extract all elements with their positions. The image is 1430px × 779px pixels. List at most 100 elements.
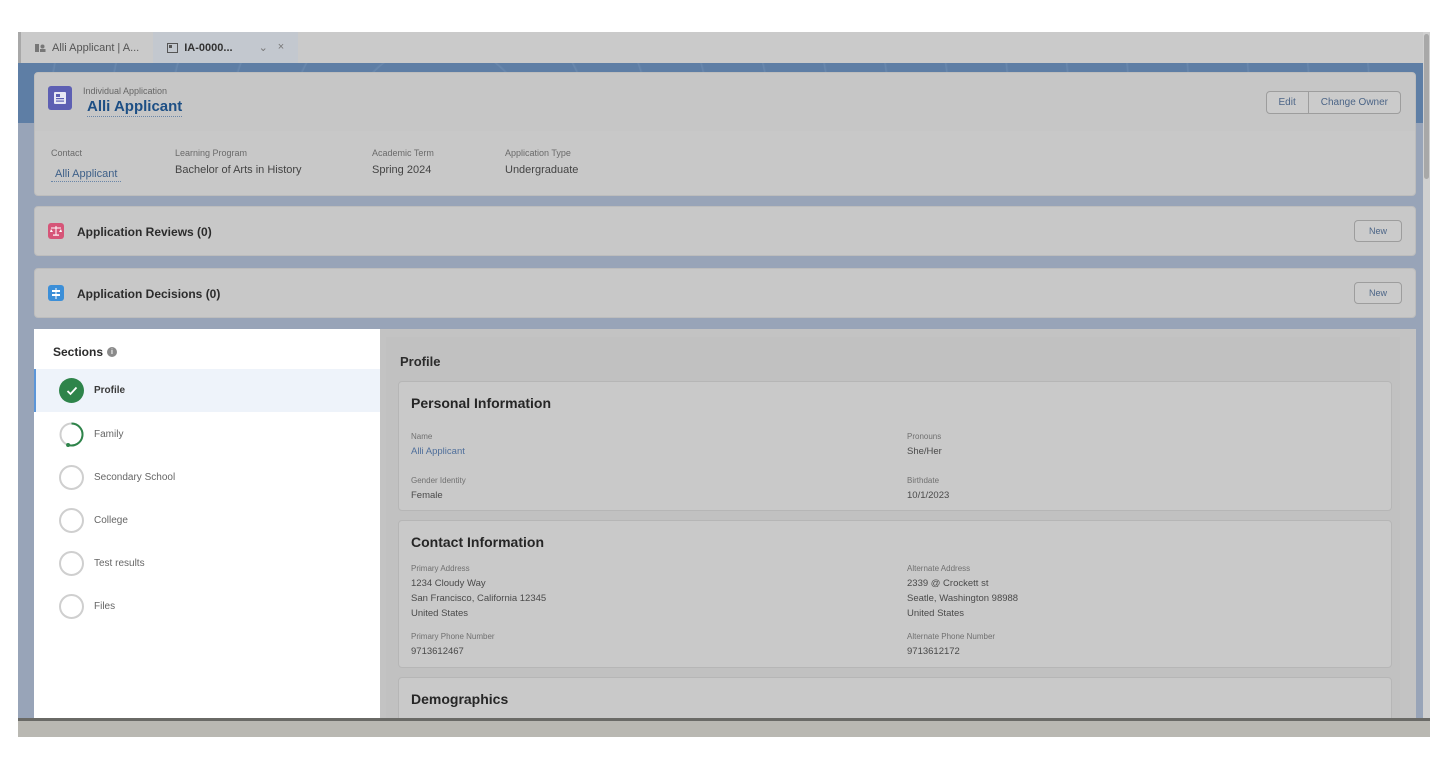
- record-page: Alli Applicant | A... IA-0000... ⌄ × Ind…: [18, 32, 1430, 718]
- address-line: San Francisco, California 12345: [411, 593, 547, 604]
- scrollbar-thumb[interactable]: [1424, 34, 1429, 179]
- contact-information-card: Contact Information Primary Address 1234…: [398, 520, 1392, 668]
- progress-ring-icon: [59, 422, 84, 447]
- tab-label: Alli Applicant | A...: [52, 41, 140, 54]
- application-record-icon: [48, 86, 72, 110]
- demographics-card: Demographics: [398, 677, 1392, 718]
- field-alternate-address: Alternate Address 2339 @ Crockett st Sea…: [907, 564, 1018, 621]
- chevron-down-icon[interactable]: ⌄: [259, 41, 268, 54]
- related-list-application-decisions: Application Decisions (0) New: [34, 268, 1416, 318]
- related-list-title[interactable]: Application Reviews (0): [77, 225, 212, 239]
- empty-circle-icon: [59, 594, 84, 619]
- section-label: Test results: [94, 558, 145, 569]
- window-bottom-edge: [18, 718, 1430, 721]
- field-primary-phone: Primary Phone Number 9713612467: [411, 632, 495, 659]
- header-actions: Edit Change Owner: [1265, 91, 1401, 114]
- field-label: Alternate Phone Number: [907, 632, 996, 641]
- tab-application[interactable]: IA-0000... ⌄ ×: [153, 32, 299, 63]
- field-contact: Contact Alli Applicant: [51, 148, 175, 182]
- section-label: College: [94, 515, 128, 526]
- address-line: 2339 @ Crockett st: [907, 578, 989, 589]
- check-circle-icon: [59, 378, 84, 403]
- field-name: Name Alli Applicant: [411, 432, 465, 459]
- sections-title: Sections: [53, 345, 104, 359]
- new-decision-button[interactable]: New: [1354, 282, 1402, 304]
- section-item-profile[interactable]: Profile: [34, 369, 380, 412]
- contact-link[interactable]: Alli Applicant: [51, 168, 122, 182]
- card-title: Contact Information: [411, 534, 544, 550]
- field-label: Gender Identity: [411, 476, 466, 485]
- field-value: 10/1/2023: [907, 490, 950, 501]
- field-application-type: Application Type Undergraduate: [505, 148, 665, 182]
- profile-panel: Profile Personal Information Name Alli A…: [380, 329, 1416, 718]
- field-value: Bachelor of Arts in History: [175, 164, 302, 176]
- close-icon[interactable]: ×: [278, 41, 284, 54]
- tab-label: IA-0000...: [184, 41, 233, 54]
- field-label: Application Type: [505, 148, 571, 158]
- address-line: United States: [411, 608, 469, 619]
- field-label: Pronouns: [907, 432, 942, 441]
- page-scrollbar[interactable]: [1423, 32, 1430, 718]
- section-item-college[interactable]: College: [34, 499, 380, 542]
- field-value: 9713612467: [411, 646, 464, 657]
- field-academic-term: Academic Term Spring 2024: [372, 148, 505, 182]
- section-item-test-results[interactable]: Test results: [34, 542, 380, 585]
- section-label: Family: [94, 429, 124, 440]
- field-label: Alternate Address: [907, 564, 971, 573]
- field-label: Primary Phone Number: [411, 632, 495, 641]
- record-type-label: Individual Application: [83, 86, 168, 96]
- change-owner-button[interactable]: Change Owner: [1307, 92, 1400, 113]
- field-label: Name: [411, 432, 433, 441]
- scales-icon: [48, 223, 64, 239]
- empty-circle-icon: [59, 508, 84, 533]
- field-label: Academic Term: [372, 148, 434, 158]
- highlights-panel: Contact Alli Applicant Learning Program …: [51, 148, 665, 182]
- signpost-icon: [48, 285, 64, 301]
- field-learning-program: Learning Program Bachelor of Arts in His…: [175, 148, 372, 182]
- browser-frame: Alli Applicant | A... IA-0000... ⌄ × Ind…: [18, 32, 1430, 737]
- tab-contact[interactable]: Alli Applicant | A...: [21, 32, 153, 63]
- personal-information-card: Personal Information Name Alli Applicant…: [398, 381, 1392, 511]
- workspace-tab-bar: Alli Applicant | A... IA-0000... ⌄ ×: [18, 32, 1423, 63]
- section-item-secondary-school[interactable]: Secondary School: [34, 456, 380, 499]
- new-review-button[interactable]: New: [1354, 220, 1402, 242]
- field-pronouns: Pronouns She/Her: [907, 432, 942, 459]
- address-line: Seatle, Washington 98988: [907, 593, 1019, 604]
- field-value: Female: [411, 490, 443, 501]
- field-gender-identity: Gender Identity Female: [411, 476, 466, 503]
- field-birthdate: Birthdate 10/1/2023: [907, 476, 949, 503]
- related-list-application-reviews: Application Reviews (0) New: [34, 206, 1416, 256]
- card-title: Demographics: [411, 691, 509, 707]
- field-label: Contact: [51, 148, 83, 158]
- empty-circle-icon: [59, 465, 84, 490]
- sections-navigation: Sections i Profile Family Secondary Scho…: [34, 329, 380, 718]
- field-label: Learning Program: [175, 148, 248, 158]
- record-header: Individual Application Alli Applicant Ed…: [34, 72, 1416, 196]
- empty-circle-icon: [59, 551, 84, 576]
- field-label: Birthdate: [907, 476, 940, 485]
- sections-heading: Sections i: [53, 345, 118, 359]
- field-primary-address: Primary Address 1234 Cloudy Way San Fran…: [411, 564, 546, 621]
- field-value: 9713612172: [907, 646, 960, 657]
- name-link[interactable]: Alli Applicant: [411, 444, 465, 459]
- card-title: Personal Information: [411, 395, 552, 411]
- section-label: Profile: [94, 385, 126, 396]
- info-icon[interactable]: i: [107, 347, 118, 357]
- field-alternate-phone: Alternate Phone Number 9713612172: [907, 632, 995, 659]
- record-title: Alli Applicant: [87, 98, 183, 117]
- section-item-files[interactable]: Files: [34, 585, 380, 628]
- field-value: She/Her: [907, 446, 942, 457]
- field-label: Primary Address: [411, 564, 470, 573]
- section-label: Secondary School: [94, 472, 176, 483]
- section-item-family[interactable]: Family: [34, 413, 380, 456]
- address-line: 1234 Cloudy Way: [411, 578, 486, 589]
- edit-button[interactable]: Edit: [1267, 92, 1308, 113]
- field-value: Spring 2024: [372, 164, 432, 176]
- contact-icon: [35, 43, 46, 53]
- address-line: United States: [907, 608, 965, 619]
- record-icon: [167, 42, 179, 53]
- profile-heading: Profile: [400, 354, 441, 369]
- section-label: Files: [94, 601, 116, 612]
- related-list-title[interactable]: Application Decisions (0): [77, 287, 220, 301]
- field-value: Undergraduate: [505, 164, 579, 176]
